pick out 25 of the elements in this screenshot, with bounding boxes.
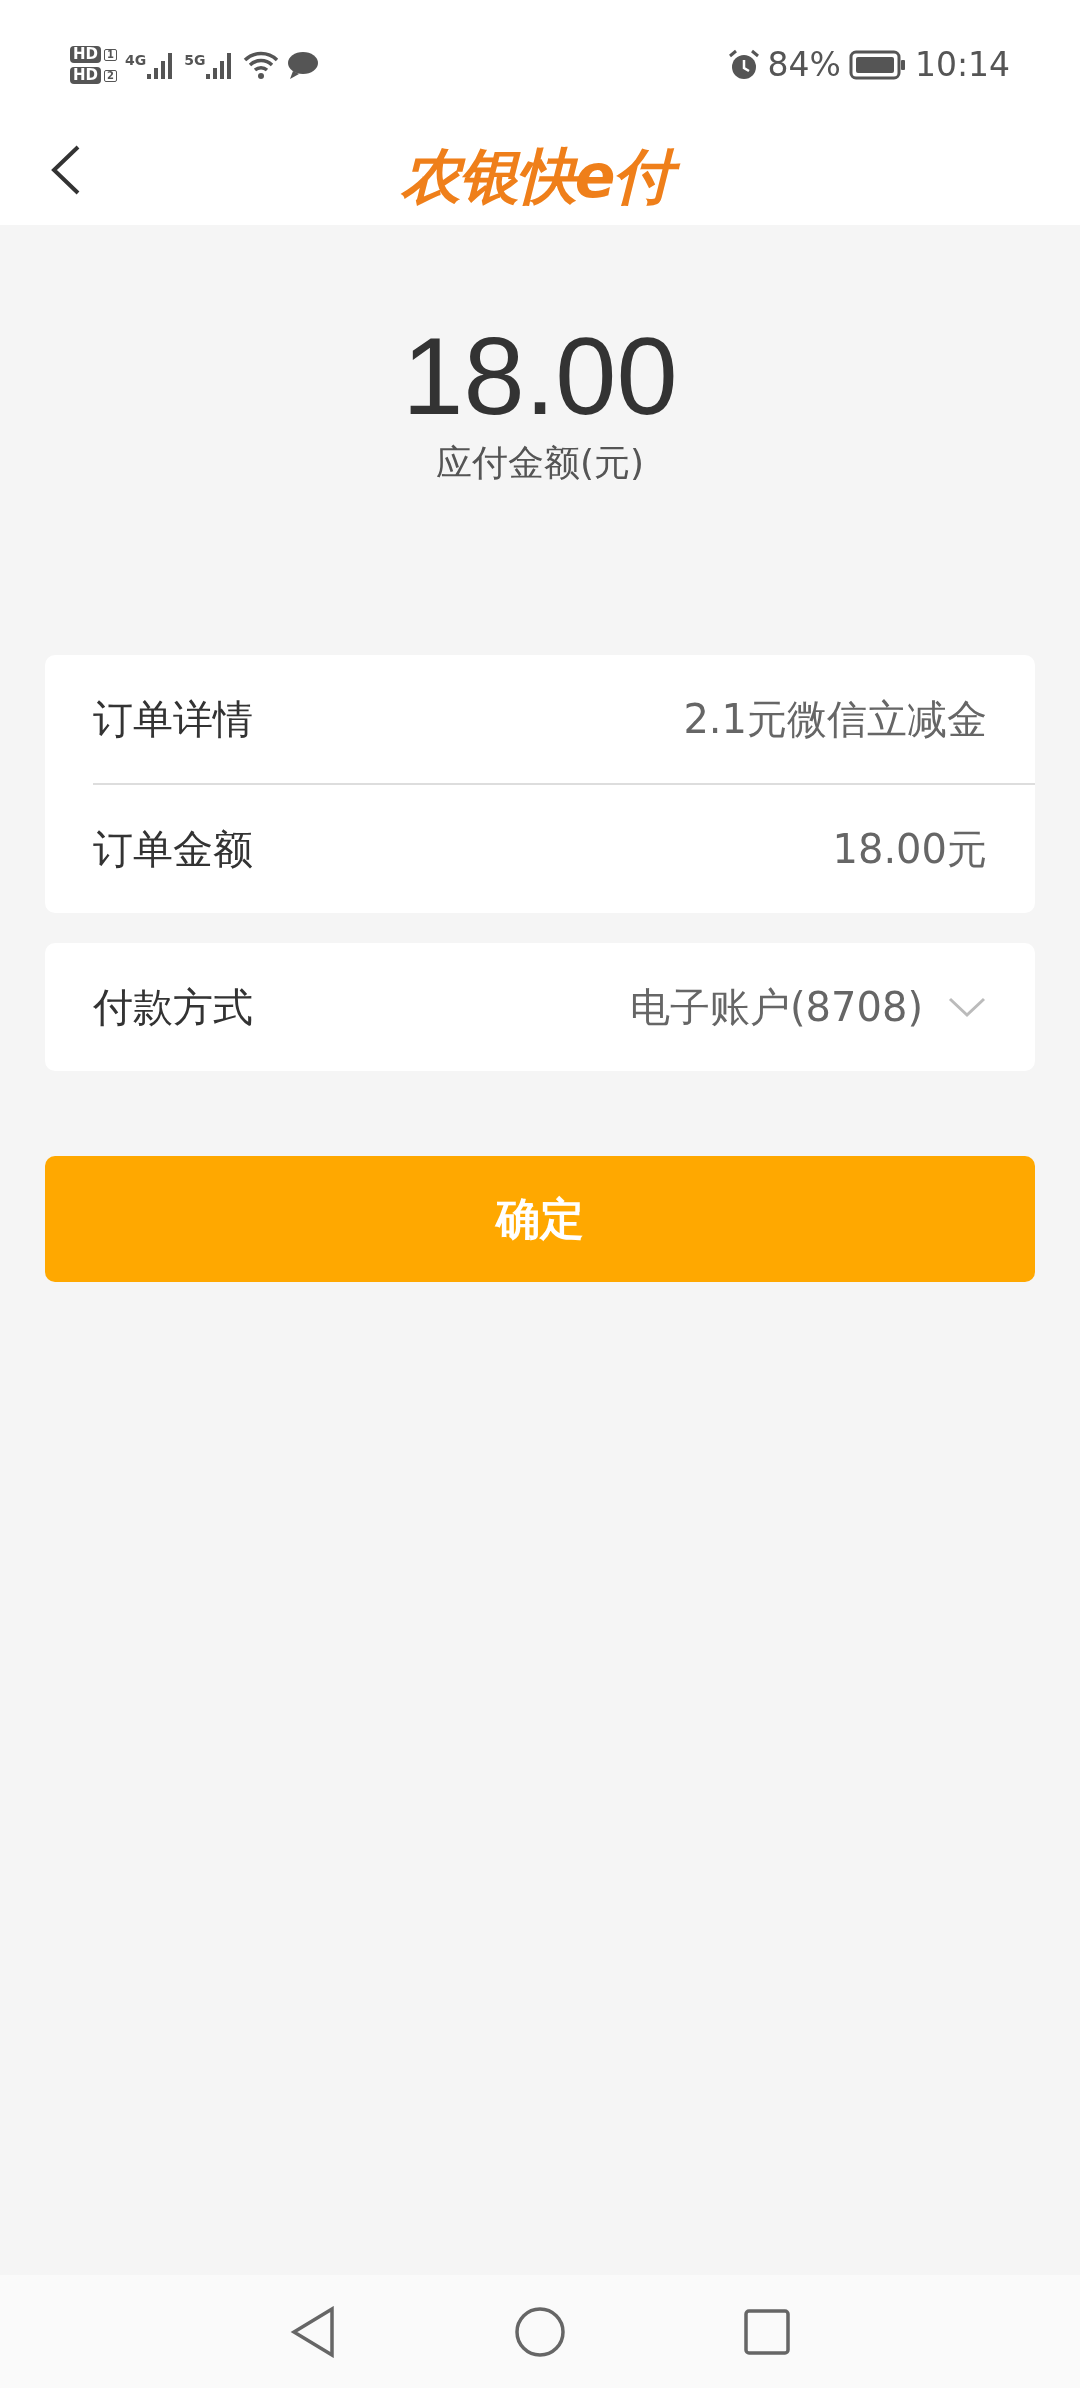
alarm-icon — [727, 49, 760, 81]
sim-slot: 2 — [104, 69, 117, 82]
home-nav-icon[interactable] — [514, 2305, 566, 2358]
app-logo: 农银快e付 — [394, 137, 686, 215]
network-type: 5G — [184, 51, 206, 70]
network-type: 4G — [125, 51, 147, 70]
sim-slot: 1 — [104, 48, 117, 61]
back-nav-icon[interactable] — [290, 2305, 336, 2358]
row-value: 2.1元微信立减金 — [683, 695, 987, 744]
payment-selector[interactable]: 付款方式 电子账户(8708) — [45, 943, 1035, 1071]
clock: 10:14 — [914, 44, 1010, 87]
hd-label: HD — [70, 67, 101, 84]
amount-value: 18.00 — [401, 315, 679, 436]
row-label: 付款方式 — [93, 983, 253, 1032]
row-value: 18.00元 — [832, 825, 987, 874]
chat-icon — [287, 50, 320, 80]
hd-label: HD — [70, 46, 101, 63]
amount-label: 应付金额(元) — [434, 441, 646, 485]
battery-icon — [848, 50, 907, 80]
row-label: 订单详情 — [93, 695, 253, 744]
recents-nav-icon[interactable] — [744, 2308, 790, 2355]
battery-percent: 84% — [767, 44, 841, 87]
row-value: 电子账户(8708) — [630, 983, 923, 1032]
row-label: 订单金额 — [93, 825, 253, 874]
wifi-icon — [243, 50, 280, 80]
